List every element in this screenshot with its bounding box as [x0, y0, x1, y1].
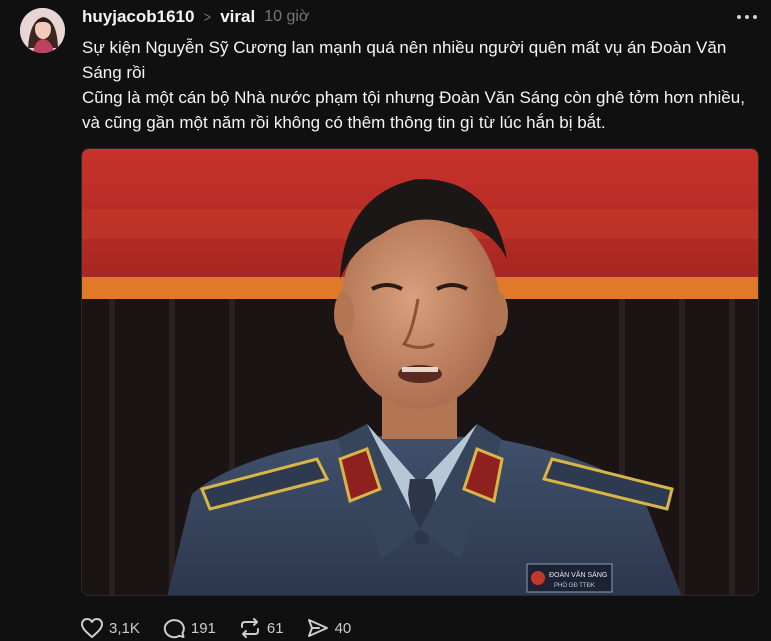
like-button[interactable]: 3,1K	[80, 617, 140, 639]
badge-title: PHÓ GĐ TTĐK	[554, 582, 595, 589]
post-timestamp[interactable]: 10 giờ	[264, 8, 309, 26]
heart-icon	[81, 618, 103, 638]
post-actions: 3,1K 191 61 40	[80, 615, 373, 641]
avatar[interactable]	[20, 8, 65, 53]
post-image[interactable]: ĐOÀN VĂN SÁNG PHÓ GĐ TTĐK	[81, 148, 759, 596]
reply-button[interactable]: 191	[162, 617, 216, 639]
community-tag[interactable]: viral	[220, 7, 255, 27]
post-header: huyjacob1610 > viral 10 giờ	[82, 6, 309, 28]
share-count: 40	[334, 619, 352, 637]
like-count: 3,1K	[109, 619, 140, 637]
post-paragraph: Sự kiện Nguyễn Sỹ Cương lan mạnh quá nên…	[82, 38, 727, 82]
repost-icon	[240, 618, 259, 638]
author-username[interactable]: huyjacob1610	[82, 7, 194, 27]
photo-official-speaking: ĐOÀN VĂN SÁNG PHÓ GĐ TTĐK	[82, 149, 758, 595]
repost-button[interactable]: 61	[238, 617, 284, 639]
share-button[interactable]: 40	[306, 617, 352, 639]
post-body: Sự kiện Nguyễn Sỹ Cương lan mạnh quá nên…	[82, 35, 752, 135]
reply-count: 191	[190, 619, 216, 637]
comment-bubble-icon	[163, 619, 185, 639]
badge-name: ĐOÀN VĂN SÁNG	[549, 570, 607, 579]
chevron-right-icon: >	[204, 8, 212, 26]
more-horizontal-icon	[737, 15, 757, 19]
send-icon	[307, 619, 328, 637]
more-options-button[interactable]	[735, 8, 759, 26]
post-paragraph: Cũng là một cán bộ Nhà nước phạm tội như…	[82, 88, 745, 132]
repost-count: 61	[266, 619, 284, 637]
